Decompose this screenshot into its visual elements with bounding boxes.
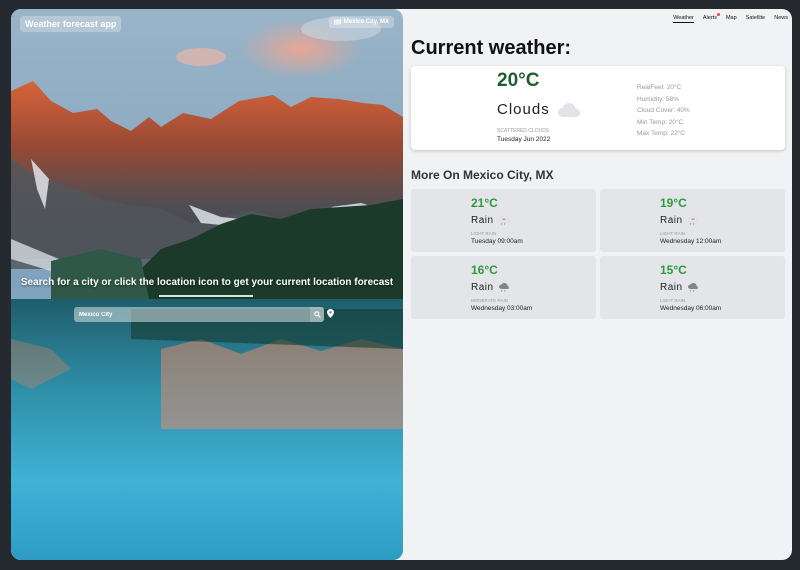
forecast-time: Wednesday 06:00am — [660, 305, 722, 312]
current-weather-card: 20°C Clouds scattered clouds Tuesday Jun… — [411, 66, 785, 150]
weather-details: RealFeel: 20°C Humidity: 58% Cloud Cover… — [637, 82, 690, 140]
forecast-condition: Rain — [660, 282, 683, 293]
forecast-card: 16°C Rain moderate rain Wednesday 03:00a… — [411, 256, 596, 319]
realfeel-value: RealFeel: 20°C — [637, 84, 682, 91]
forecast-condition: Rain — [471, 215, 494, 226]
current-condition: Clouds — [497, 101, 550, 118]
search-prompt: Search for a city or click the location … — [20, 277, 394, 288]
current-weather-heading: Current weather: — [411, 37, 572, 59]
forecast-card: 19°C Rain light rain Wednesday 12:00am — [600, 189, 785, 252]
forecast-time: Wednesday 12:00am — [660, 238, 722, 245]
current-date: Tuesday Jun 2022 — [497, 136, 551, 143]
humidity-value: Humidity: 58% — [637, 95, 679, 103]
search-button[interactable] — [310, 307, 324, 322]
forecast-card: 15°C Rain light rain Wednesday 06:00am — [600, 256, 785, 319]
nav-map[interactable]: Map — [726, 15, 737, 23]
location-pill-label: Mexico City, MX — [343, 19, 389, 25]
search-icon — [313, 311, 321, 318]
forecast-temp: 15°C — [660, 263, 687, 277]
forecast-temp: 16°C — [471, 263, 498, 277]
rain-icon — [688, 216, 698, 225]
forecast-time: Wednesday 03:00am — [471, 305, 533, 312]
forecast-card: 21°C Rain light rain Tuesday 09:00am — [411, 189, 596, 252]
forecast-description: light rain — [471, 231, 497, 236]
nav-weather[interactable]: Weather — [673, 15, 694, 23]
alert-dot-icon — [716, 13, 720, 16]
location-pin-icon[interactable] — [327, 309, 334, 318]
forecast-description: light rain — [660, 298, 686, 303]
more-on-heading: More On Mexico City, MX — [411, 168, 554, 182]
city-search-input[interactable] — [74, 307, 310, 322]
min-temp-value: Min Temp: 20°C — [637, 118, 684, 126]
nav-alerts-label: Alerts — [702, 15, 717, 21]
app-window: Weather forecast app Mexico City, MX Sea… — [11, 9, 792, 560]
prompt-divider — [159, 295, 253, 297]
nav-news[interactable]: News — [774, 15, 788, 23]
forecast-condition: Rain — [471, 282, 494, 293]
forecast-temp: 19°C — [660, 196, 687, 210]
background-scene: Weather forecast app Mexico City, MX Sea… — [11, 9, 403, 560]
cloud-cover-value: Cloud Cover: 40% — [637, 107, 690, 114]
forecast-description: light rain — [660, 231, 686, 236]
forecast-time: Tuesday 09:00am — [471, 238, 523, 245]
location-pill[interactable]: Mexico City, MX — [328, 16, 394, 28]
nav-satellite[interactable]: Satellite — [746, 15, 766, 23]
cloud-icon — [558, 103, 580, 117]
rain-icon — [499, 216, 509, 225]
max-temp-value: Max Temp: 22°C — [637, 130, 685, 137]
rain-icon — [499, 283, 509, 292]
forecast-description: moderate rain — [471, 298, 509, 303]
current-temp: 20°C — [497, 70, 540, 91]
search-bar — [74, 307, 324, 322]
nav-alerts[interactable]: Alerts — [702, 13, 720, 23]
current-description: scattered clouds — [497, 128, 550, 134]
forecast-condition: Rain — [660, 215, 683, 226]
map-icon — [333, 19, 341, 25]
app-title: Weather forecast app — [20, 16, 122, 32]
rain-icon — [688, 283, 698, 292]
forecast-temp: 21°C — [471, 196, 498, 210]
top-nav: Weather Alerts Map Satellite News — [673, 13, 788, 23]
